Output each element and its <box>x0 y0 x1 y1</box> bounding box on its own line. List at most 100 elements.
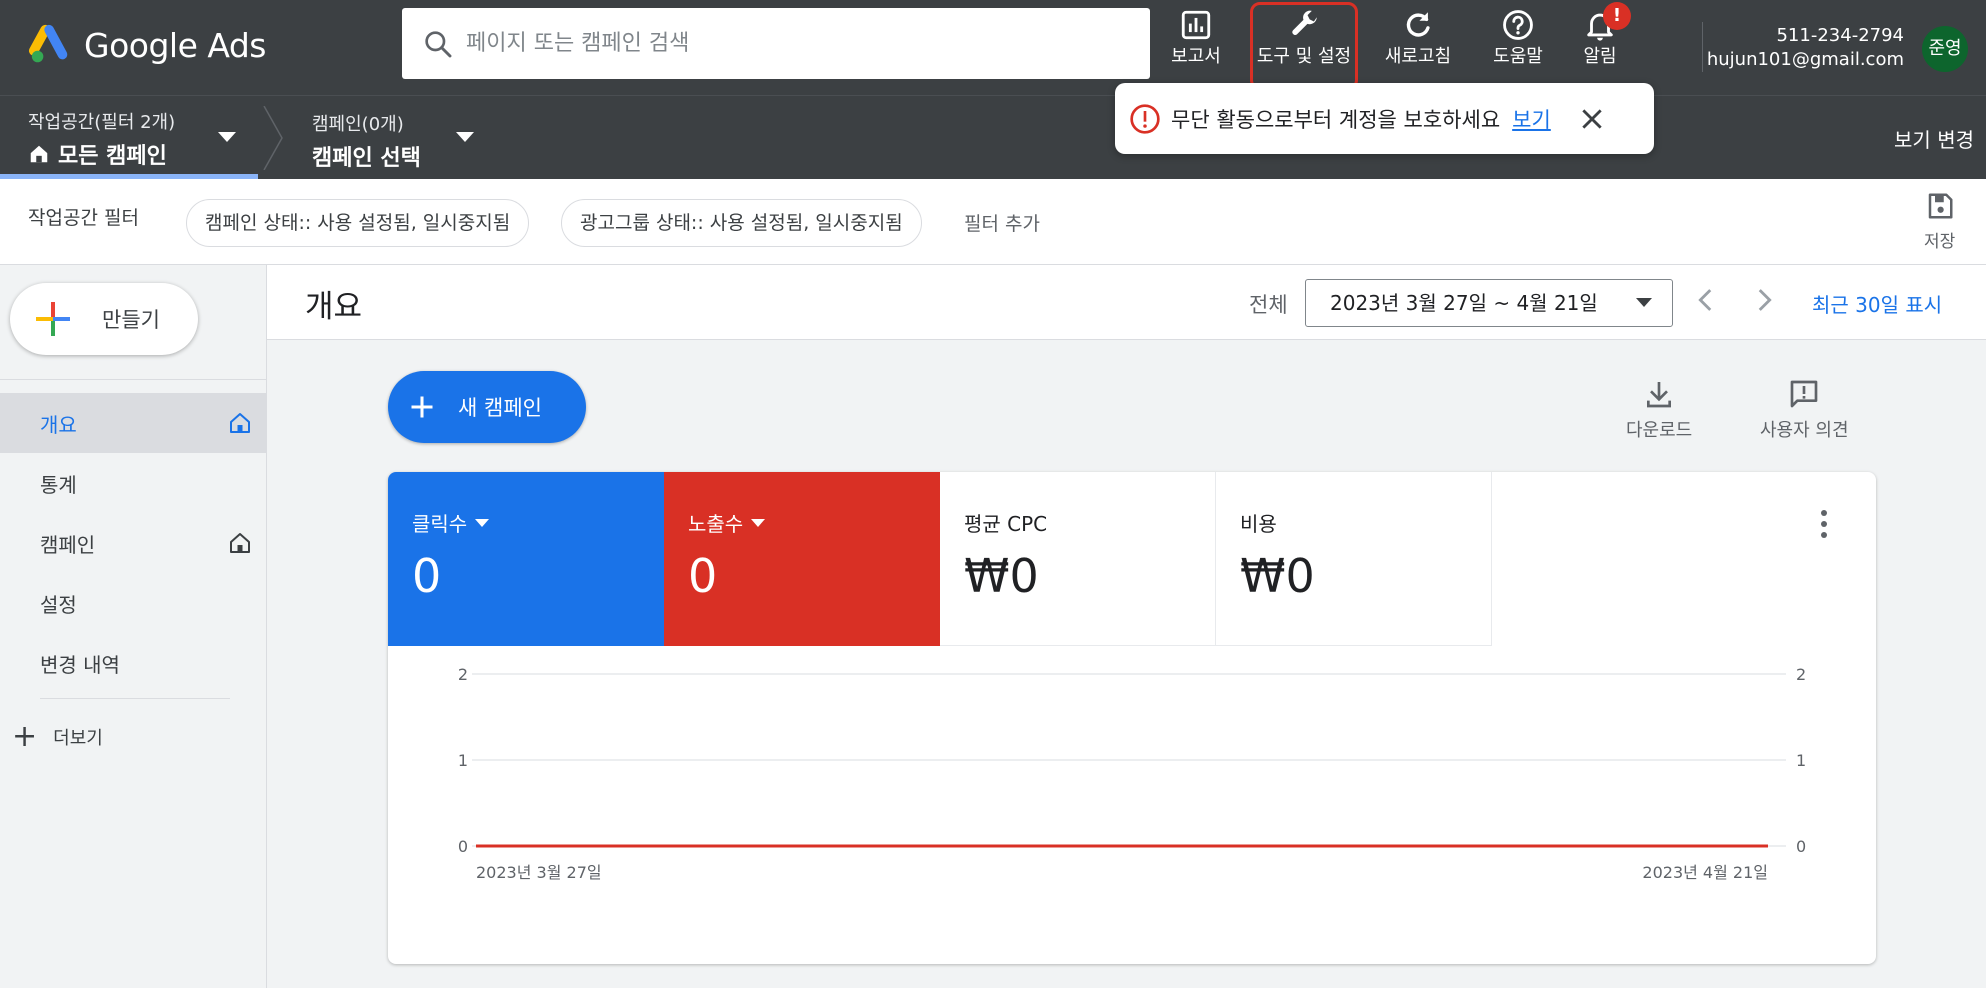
notification-badge: ! <box>1603 2 1631 30</box>
campaign-selector[interactable]: 캠페인(0개) 캠페인 선택 <box>312 110 421 172</box>
security-alert: 무단 활동으로부터 계정을 보호하세요 보기 <box>1115 83 1654 154</box>
chevron-down-icon[interactable] <box>456 132 474 142</box>
google-ads-logo[interactable]: Google Ads <box>28 22 267 68</box>
y2-tick-label: 1 <box>1796 751 1806 770</box>
close-icon[interactable] <box>1579 106 1605 132</box>
workspace-selector[interactable]: 작업공간(필터 2개) 모든 캠페인 <box>28 108 175 170</box>
sidebar-item-settings[interactable]: 설정 <box>0 573 266 633</box>
download-icon <box>1647 382 1672 408</box>
refresh-icon <box>1406 12 1430 37</box>
plus-icon <box>411 396 433 418</box>
page-title: 개요 <box>305 289 363 325</box>
performance-card: 클릭수 0 노출수 0 평균 CPC ₩0 비용 ₩0 0 0 1 1 2 2 2023년 … <box>388 472 1876 964</box>
workspace-filter-label: 작업공간 필터 <box>28 207 139 229</box>
search-input[interactable] <box>466 31 1106 56</box>
date-range-value: 2023년 3월 27일 ~ 4월 21일 <box>1330 291 1598 315</box>
metric-value: ₩0 <box>964 549 1039 603</box>
sidebar-item-overview[interactable]: 개요 <box>0 393 266 453</box>
account-info[interactable]: 511-234-2794 hujun101@gmail.com <box>1707 24 1904 72</box>
date-range-select[interactable]: 2023년 3월 27일 ~ 4월 21일 <box>1305 279 1673 327</box>
metric-avg-cpc[interactable]: 평균 CPC ₩0 <box>940 472 1216 646</box>
tools-highlight <box>1250 2 1358 90</box>
metric-label: 평균 CPC <box>964 512 1048 536</box>
download-button[interactable]: 다운로드 <box>1626 378 1692 442</box>
home-icon <box>230 413 250 433</box>
home-icon <box>230 533 250 553</box>
metric-value: 0 <box>688 549 718 603</box>
sidebar-divider <box>40 698 230 699</box>
header-divider <box>1702 22 1703 72</box>
save-icon <box>1928 193 1953 219</box>
campaign-label: 캠페인(0개) <box>312 114 404 135</box>
account-phone: 511-234-2794 <box>1776 25 1904 46</box>
chevron-left-icon[interactable] <box>1689 283 1723 317</box>
download-label: 다운로드 <box>1626 420 1693 441</box>
breadcrumb-separator-icon <box>263 106 283 170</box>
sidebar-item-statistics[interactable]: 통계 <box>0 453 266 513</box>
feedback-label: 사용자 의견 <box>1760 420 1849 441</box>
filter-chip-adgroup-status[interactable]: 광고그룹 상태:: 사용 설정됨, 일시중지됨 <box>561 199 922 247</box>
metric-label: 클릭수 <box>412 512 468 536</box>
alert-text: 무단 활동으로부터 계정을 보호하세요 <box>1171 107 1501 132</box>
metric-label: 노출수 <box>688 512 744 536</box>
error-icon <box>1130 103 1160 134</box>
sidebar-item-change-history[interactable]: 변경 내역 <box>0 633 266 693</box>
notifications-button[interactable]: 알림 <box>1552 8 1648 88</box>
reports-label: 보고서 <box>1171 46 1221 67</box>
reports-button[interactable]: 보고서 <box>1148 8 1244 88</box>
metric-label: 비용 <box>1240 512 1277 536</box>
logo-text: Google Ads <box>84 25 267 65</box>
add-filter-button[interactable]: 필터 추가 <box>964 209 1040 236</box>
feedback-icon <box>1790 380 1818 408</box>
sidebar: 만들기 개요 통계 캠페인 설정 변경 내역 + 더보기 <box>0 265 267 988</box>
chevron-down-icon[interactable] <box>218 132 236 142</box>
chevron-right-icon[interactable] <box>1747 283 1781 317</box>
account-email: hujun101@gmail.com <box>1706 49 1904 70</box>
page-header: 개요 전체 2023년 3월 27일 ~ 4월 21일 최근 30일 표시 <box>267 265 1986 340</box>
bar-chart-icon <box>1181 10 1211 40</box>
save-label: 저장 <box>1924 232 1956 252</box>
filter-bar: 작업공간 필터 캠페인 상태:: 사용 설정됨, 일시중지됨 광고그룹 상태::… <box>0 179 1986 265</box>
search-icon <box>425 30 452 57</box>
metric-impressions[interactable]: 노출수 0 <box>664 472 940 646</box>
sidebar-item-label: 캠페인 <box>40 532 96 557</box>
workspace-value: 모든 캠페인 <box>58 144 167 169</box>
help-icon <box>1503 10 1533 40</box>
save-button[interactable]: 저장 <box>1924 191 1955 252</box>
metric-clicks[interactable]: 클릭수 0 <box>388 472 664 646</box>
metric-value: ₩0 <box>1240 549 1315 603</box>
notifications-label: 알림 <box>1583 46 1617 67</box>
create-label: 만들기 <box>102 308 160 332</box>
chevron-down-icon <box>751 518 766 527</box>
sidebar-item-label: 설정 <box>40 592 77 617</box>
more-button[interactable]: + 더보기 <box>12 719 103 754</box>
alert-view-link[interactable]: 보기 <box>1512 104 1551 134</box>
workspace-label: 작업공간(필터 2개) <box>28 112 176 133</box>
refresh-button[interactable]: 새로고침 <box>1370 8 1466 88</box>
create-button[interactable]: 만들기 <box>10 283 198 355</box>
range-label: 전체 <box>1249 293 1288 317</box>
view-change-button[interactable]: 보기 변경 <box>1894 124 1974 153</box>
feedback-button[interactable]: 사용자 의견 <box>1760 378 1849 442</box>
y-tick-label: 2 <box>458 665 468 684</box>
new-campaign-label: 새 캠페인 <box>458 396 542 420</box>
workspace-bar: 작업공간(필터 2개) 모든 캠페인 캠페인(0개) 캠페인 선택 보기 변경 <box>0 95 1986 180</box>
y2-tick-label: 0 <box>1796 837 1806 856</box>
y-tick-label: 0 <box>458 837 468 856</box>
new-campaign-button[interactable]: 새 캠페인 <box>388 371 586 443</box>
sidebar-item-campaigns[interactable]: 캠페인 <box>0 513 266 573</box>
sidebar-divider <box>0 379 266 380</box>
metric-cost[interactable]: 비용 ₩0 <box>1216 472 1492 646</box>
y2-tick-label: 2 <box>1796 665 1806 684</box>
x-tick-label: 2023년 4월 21일 <box>1642 863 1768 882</box>
avatar[interactable]: 준영 <box>1922 26 1968 72</box>
y-tick-label: 1 <box>458 751 468 770</box>
x-tick-label: 2023년 3월 27일 <box>476 863 602 882</box>
top-bar: Google Ads 보고서 도구 및 설정 새로고침 <box>0 0 1986 95</box>
plus-icon <box>36 302 70 336</box>
performance-chart: 0 0 1 1 2 2 2023년 3월 27일 2023년 4월 21일 <box>458 665 1806 882</box>
filter-chip-campaign-status[interactable]: 캠페인 상태:: 사용 설정됨, 일시중지됨 <box>186 199 530 247</box>
more-vert-icon[interactable] <box>1818 508 1830 540</box>
recent-30-days-link[interactable]: 최근 30일 표시 <box>1812 289 1942 318</box>
search-box[interactable] <box>402 8 1150 79</box>
